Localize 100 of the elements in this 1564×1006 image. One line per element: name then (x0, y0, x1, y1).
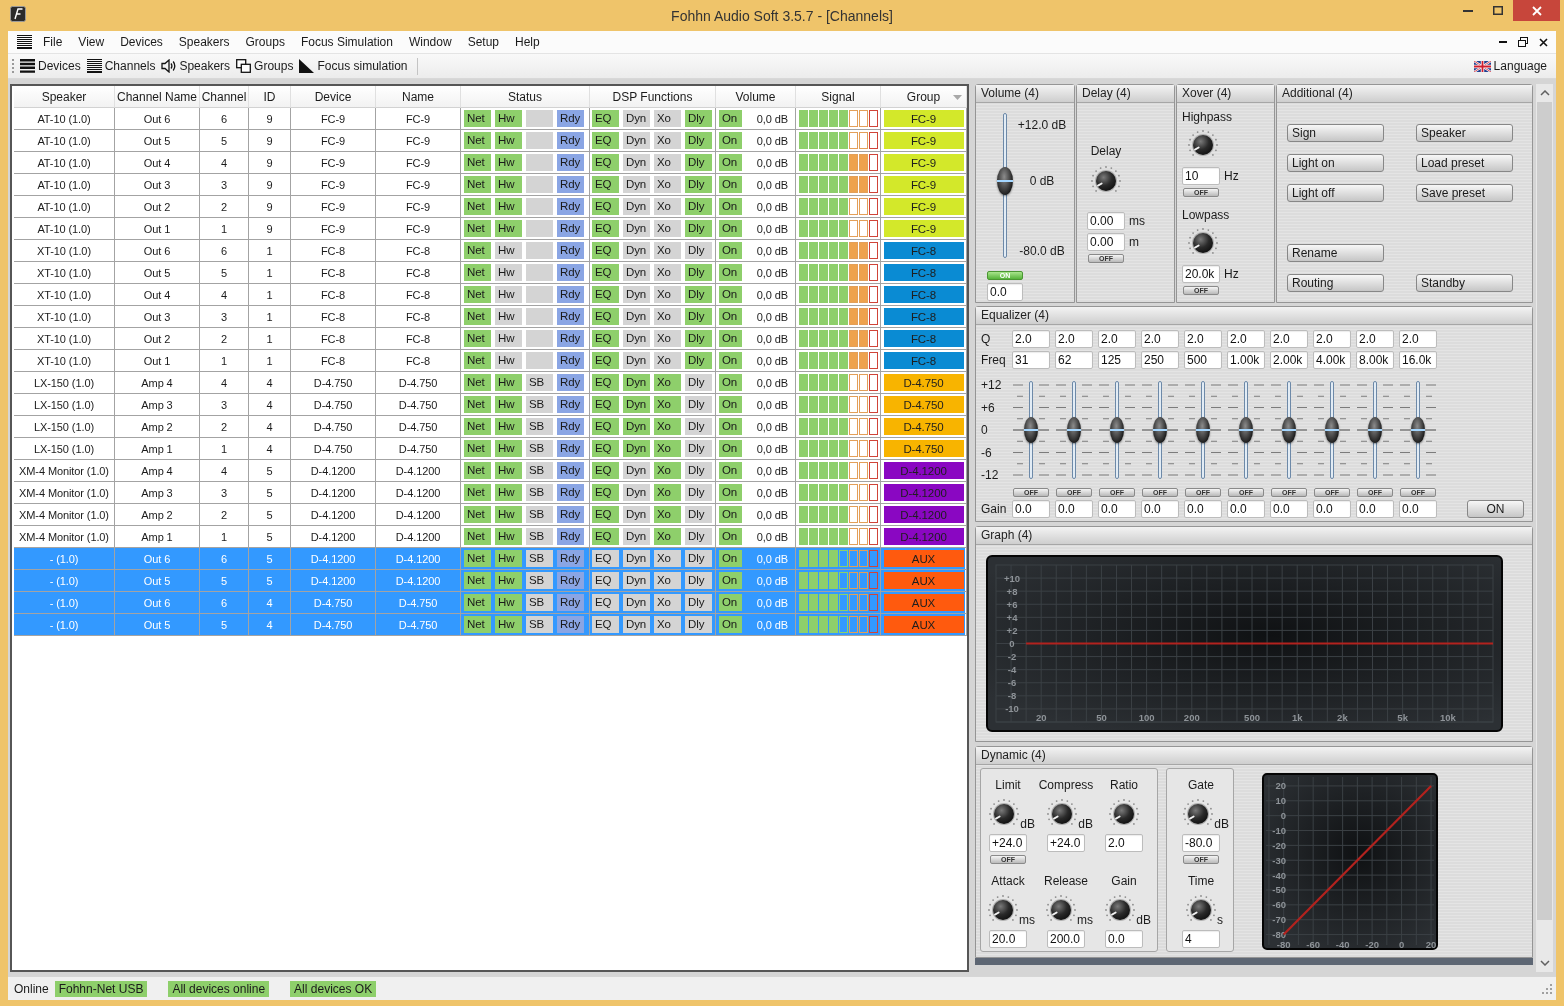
slider-thumb[interactable] (1067, 417, 1081, 443)
value-field[interactable]: 0.0 (1098, 500, 1136, 518)
slider-thumb[interactable] (1110, 417, 1124, 443)
table-row[interactable]: AT-10 (1.0) Out 4 4 9 FC-9 FC-9 Net Hw Rdy EQ Dyn Xo Dly On 0,0 dB FC-9 (14, 152, 965, 174)
table-row[interactable]: - (1.0) Out 6 6 5 D-4.1200 D-4.1200 Net Hw SB Rdy EQ Dyn Xo Dly On 0,0 dB AUX (14, 548, 965, 570)
minimize-icon[interactable] (1463, 9, 1473, 12)
column-header[interactable]: Volume (716, 86, 796, 108)
close-button[interactable] (1513, 0, 1560, 21)
value-field[interactable]: 250 (1141, 351, 1179, 369)
value-field[interactable]: 2.0 (1141, 330, 1179, 348)
value-field[interactable]: 2.0 (1227, 330, 1265, 348)
table-row[interactable]: XM-4 Monitor (1.0) Amp 2 2 5 D-4.1200 D-4.1200 Net Hw SB Rdy EQ Dyn Xo Dly On 0,0 dB D-4.1200 (14, 504, 965, 526)
table-row[interactable]: LX-150 (1.0) Amp 2 2 4 D-4.750 D-4.750 Net Hw SB Rdy EQ Dyn Xo Dly On 0,0 dB D-4.750 (14, 416, 965, 438)
slider-thumb[interactable] (1411, 417, 1425, 443)
chevron-down-icon[interactable] (1539, 960, 1550, 966)
value-field[interactable]: 0.0 (987, 283, 1023, 301)
column-header[interactable]: Group (881, 86, 967, 108)
toolbar-button[interactable]: Speakers (158, 55, 234, 77)
table-row[interactable]: LX-150 (1.0) Amp 3 3 4 D-4.750 D-4.750 Net Hw SB Rdy EQ Dyn Xo Dly On 0,0 dB D-4.750 (14, 394, 965, 416)
value-field[interactable]: 0.0 (1184, 500, 1222, 518)
action-button[interactable]: Save preset (1416, 184, 1513, 202)
language-button[interactable]: Language (1470, 55, 1550, 77)
value-field[interactable]: 62 (1055, 351, 1093, 369)
column-header[interactable]: Channel Name (115, 86, 200, 108)
scrollbar[interactable] (1536, 84, 1553, 972)
value-field[interactable]: 4 (1182, 930, 1220, 948)
value-field[interactable]: 0.00 (1087, 212, 1125, 230)
value-field[interactable]: 2.0 (1313, 330, 1351, 348)
column-header[interactable]: Name (376, 86, 461, 108)
menu-item[interactable]: File (35, 31, 71, 53)
action-button[interactable]: Rename (1287, 244, 1384, 262)
column-header[interactable]: Signal (796, 86, 881, 108)
value-field[interactable]: 8.00k (1356, 351, 1394, 369)
table-row[interactable]: XM-4 Monitor (1.0) Amp 3 3 5 D-4.1200 D-4.1200 Net Hw SB Rdy EQ Dyn Xo Dly On 0,0 dB D-4.1200 (14, 482, 965, 504)
table-row[interactable]: XM-4 Monitor (1.0) Amp 4 4 5 D-4.1200 D-4.1200 Net Hw SB Rdy EQ Dyn Xo Dly On 0,0 dB D-4.1200 (14, 460, 965, 482)
value-field[interactable]: 0.0 (1055, 500, 1093, 518)
action-button[interactable]: Speaker (1416, 124, 1513, 142)
menu-item[interactable]: Groups (237, 31, 293, 53)
value-field[interactable]: 0.00 (1087, 233, 1125, 251)
table-row[interactable]: AT-10 (1.0) Out 2 2 9 FC-9 FC-9 Net Hw Rdy EQ Dyn Xo Dly On 0,0 dB FC-9 (14, 196, 965, 218)
value-field[interactable]: 0.0 (1356, 500, 1394, 518)
table-row[interactable]: AT-10 (1.0) Out 3 3 9 FC-9 FC-9 Net Hw Rdy EQ Dyn Xo Dly On 0,0 dB FC-9 (14, 174, 965, 196)
table-row[interactable]: XT-10 (1.0) Out 5 5 1 FC-8 FC-8 Net Hw Rdy EQ Dyn Xo Dly On 0,0 dB FC-8 (14, 262, 965, 284)
value-field[interactable]: 125 (1098, 351, 1136, 369)
table-row[interactable]: LX-150 (1.0) Amp 4 4 4 D-4.750 D-4.750 Net Hw SB Rdy EQ Dyn Xo Dly On 0,0 dB D-4.750 (14, 372, 965, 394)
value-field[interactable]: 0.0 (1313, 500, 1351, 518)
value-field[interactable]: +24.0 (989, 834, 1027, 852)
menu-item[interactable]: Window (400, 31, 460, 53)
value-field[interactable]: -80.0 (1182, 834, 1220, 852)
value-field[interactable]: 2.0 (1356, 330, 1394, 348)
column-header[interactable]: Device (291, 86, 376, 108)
app-icon[interactable] (10, 6, 26, 22)
table-row[interactable]: XT-10 (1.0) Out 3 3 1 FC-8 FC-8 Net Hw Rdy EQ Dyn Xo Dly On 0,0 dB FC-8 (14, 306, 965, 328)
value-field[interactable]: 200.0 (1047, 930, 1085, 948)
table-row[interactable]: XT-10 (1.0) Out 1 1 1 FC-8 FC-8 Net Hw Rdy EQ Dyn Xo Dly On 0,0 dB FC-8 (14, 350, 965, 372)
action-button[interactable]: Routing (1287, 274, 1384, 292)
toolbar-button[interactable]: Groups (233, 55, 297, 77)
action-button[interactable]: Light off (1287, 184, 1384, 202)
toolbar-button[interactable]: Devices (17, 55, 84, 77)
value-field[interactable]: 16.0k (1399, 351, 1437, 369)
slider-thumb[interactable] (997, 167, 1013, 196)
value-field[interactable]: 4.00k (1313, 351, 1351, 369)
restore-icon[interactable] (1518, 37, 1528, 47)
value-field[interactable]: 2.0 (1105, 834, 1143, 852)
toolbar-button[interactable]: Focus simulation (296, 55, 411, 77)
equalizer-on-button[interactable]: ON (1467, 500, 1524, 518)
value-field[interactable]: 2.00k (1270, 351, 1308, 369)
resize-grip-icon[interactable] (1541, 983, 1552, 994)
value-field[interactable]: 31 (1012, 351, 1050, 369)
maximize-icon[interactable] (1493, 6, 1503, 15)
lines-icon[interactable] (17, 35, 32, 49)
action-button[interactable]: Standby (1416, 274, 1513, 292)
table-row[interactable]: - (1.0) Out 6 6 4 D-4.750 D-4.750 Net Hw SB Rdy EQ Dyn Xo Dly On 0,0 dB AUX (14, 592, 965, 614)
menu-item[interactable]: Help (507, 31, 548, 53)
value-field[interactable]: 1.00k (1227, 351, 1265, 369)
table-row[interactable]: XM-4 Monitor (1.0) Amp 1 1 5 D-4.1200 D-4.1200 Net Hw SB Rdy EQ Dyn Xo Dly On 0,0 dB D-4.1200 (14, 526, 965, 548)
slider-thumb[interactable] (1325, 417, 1339, 443)
action-button[interactable]: Load preset (1416, 154, 1513, 172)
column-header[interactable]: Speaker (14, 86, 115, 108)
column-header[interactable]: ID (249, 86, 291, 108)
slider-thumb[interactable] (1368, 417, 1382, 443)
menu-item[interactable]: Setup (459, 31, 507, 53)
column-header[interactable]: Channel (200, 86, 249, 108)
value-field[interactable]: 20.0k (1182, 265, 1220, 283)
column-header[interactable]: DSP Functions (590, 86, 716, 108)
slider-thumb[interactable] (1196, 417, 1210, 443)
table-row[interactable]: XT-10 (1.0) Out 4 4 1 FC-8 FC-8 Net Hw Rdy EQ Dyn Xo Dly On 0,0 dB FC-8 (14, 284, 965, 306)
action-button[interactable]: Sign (1287, 124, 1384, 142)
toolbar-button[interactable]: Channels (83, 55, 159, 77)
value-field[interactable]: 2.0 (1270, 330, 1308, 348)
value-field[interactable]: 10 (1182, 167, 1220, 185)
table-row[interactable]: AT-10 (1.0) Out 6 6 9 FC-9 FC-9 Net Hw Rdy EQ Dyn Xo Dly On 0,0 dB FC-9 (14, 108, 965, 130)
value-field[interactable]: 0.0 (1012, 500, 1050, 518)
menu-item[interactable]: Devices (112, 31, 171, 53)
value-field[interactable]: 500 (1184, 351, 1222, 369)
table-row[interactable]: LX-150 (1.0) Amp 1 1 4 D-4.750 D-4.750 Net Hw SB Rdy EQ Dyn Xo Dly On 0,0 dB D-4.750 (14, 438, 965, 460)
value-field[interactable]: 2.0 (1399, 330, 1437, 348)
table-row[interactable]: XT-10 (1.0) Out 6 6 1 FC-8 FC-8 Net Hw Rdy EQ Dyn Xo Dly On 0,0 dB FC-8 (14, 240, 965, 262)
action-button[interactable]: Light on (1287, 154, 1384, 172)
value-field[interactable]: 2.0 (1012, 330, 1050, 348)
